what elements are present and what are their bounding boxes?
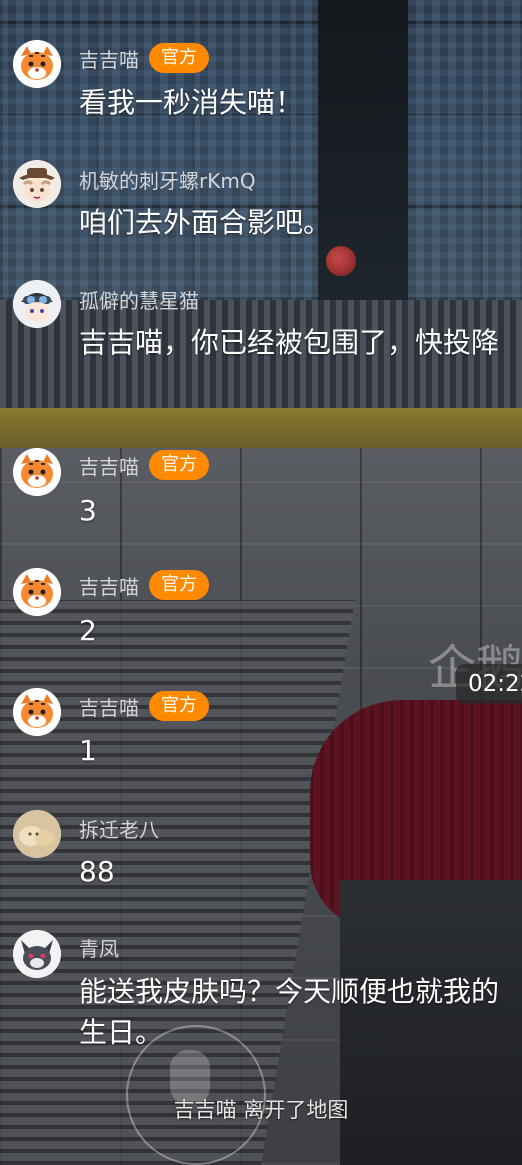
username[interactable]: 吉吉喵	[79, 692, 139, 721]
tiger-avatar[interactable]	[13, 448, 61, 496]
message-text: 1	[79, 734, 97, 767]
message-text: 吉吉喵，你已经被包围了，快投降	[79, 326, 500, 359]
official-badge: 官方	[149, 450, 209, 480]
username[interactable]: 拆迁老八	[79, 814, 159, 843]
message-text: 看我一秒消失喵！	[79, 86, 304, 119]
system-notice: 吉吉喵 离开了地图	[173, 1098, 349, 1122]
cowboy-avatar[interactable]	[13, 160, 61, 208]
username[interactable]: 吉吉喵	[79, 571, 139, 600]
official-badge: 官方	[149, 570, 209, 600]
username[interactable]: 孤僻的慧星猫	[79, 285, 199, 314]
message-text: 2	[79, 614, 97, 647]
username[interactable]: 机敏的刺牙螺rKmQ	[79, 165, 256, 194]
official-badge: 官方	[149, 43, 209, 73]
username[interactable]: 吉吉喵	[79, 44, 139, 73]
tiger-avatar[interactable]	[13, 688, 61, 736]
username[interactable]: 青凤	[79, 933, 119, 962]
yellow-stripe	[0, 408, 522, 448]
message-text: 88	[79, 855, 115, 888]
red-button-prop	[326, 246, 356, 276]
message-text: 3	[79, 494, 97, 527]
dog-avatar[interactable]	[13, 810, 61, 858]
message-text: 能送我皮肤吗？今天顺便也就我的生日。	[79, 975, 500, 1049]
tiger-avatar[interactable]	[13, 40, 61, 88]
official-badge: 官方	[149, 691, 209, 721]
wolf-avatar[interactable]	[13, 930, 61, 978]
username[interactable]: 吉吉喵	[79, 451, 139, 480]
goggles-avatar[interactable]	[13, 280, 61, 328]
tiger-avatar[interactable]	[13, 568, 61, 616]
message-text: 咱们去外面合影吧。	[79, 206, 332, 239]
timer-display: 02:22	[456, 664, 522, 704]
